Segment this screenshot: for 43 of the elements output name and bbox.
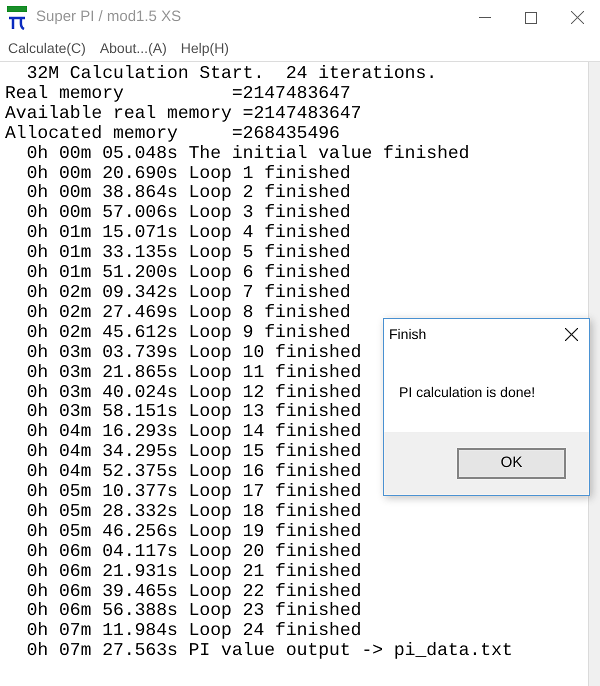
output-line: 0h 00m 20.690s Loop 1 finished [26,164,351,184]
menu-item[interactable]: About...(A) [100,38,167,58]
scrollbar[interactable] [588,62,600,686]
output-line: Allocated memory =268435496 [5,124,340,145]
output-line: 0h 02m 27.469s Loop 8 finished [26,304,351,324]
output-line: 0h 02m 45.612s Loop 9 finished [26,324,351,344]
output-line: 0h 05m 46.256s Loop 19 finished [26,522,362,543]
dialog-title: Finish [389,324,426,344]
output-line: 0h 07m 11.984s Loop 24 finished [26,622,362,642]
pi-logo-icon [6,4,28,30]
output-line: 0h 03m 40.024s Loop 12 finished [26,384,362,403]
minimize-icon [479,16,491,18]
output-line: 0h 05m 28.332s Loop 18 finished [26,502,362,523]
output-line: 0h 07m 27.563s PI value output -> pi_data.txt [26,642,513,662]
close-icon [570,11,584,24]
output-line: 0h 06m 39.465s Loop 22 finished [26,582,362,602]
output-line: 0h 02m 09.342s Loop 7 finished [26,284,351,304]
output-line: 0h 00m 38.864s Loop 2 finished [26,184,351,204]
menu-item[interactable]: Calculate(C) [8,38,86,58]
output-line: Available real memory =2147483647 [5,104,362,125]
window-title: Super PI / mod1.5 XS [36,7,182,28]
output-line: 0h 01m 51.200s Loop 6 finished [26,264,351,284]
output-line: 0h 04m 52.375s Loop 16 finished [26,463,362,483]
output-line: 0h 03m 03.739s Loop 10 finished [26,344,362,364]
output-line: 0h 01m 15.071s Loop 4 finished [26,224,351,244]
output-line: 32M Calculation Start. 24 iterations. [26,65,438,85]
output-line: 0h 04m 34.295s Loop 15 finished [26,443,362,463]
ok-button[interactable]: OK [457,448,566,479]
dialog-message: PI calculation is done! [399,384,536,400]
output-line: 0h 03m 58.151s Loop 13 finished [26,403,362,423]
output-line: 0h 05m 10.377s Loop 17 finished [26,483,362,503]
output-line: 0h 01m 33.135s Loop 5 finished [26,244,351,264]
output-line: 0h 06m 21.931s Loop 21 finished [26,562,362,583]
output-line: 0h 03m 21.865s Loop 11 finished [26,364,362,384]
output-line: 0h 00m 05.048s The initial value finished [26,144,470,165]
output-line: 0h 00m 57.006s Loop 3 finished [26,204,351,224]
output-line: 0h 06m 56.388s Loop 23 finished [26,602,362,622]
output-line: 0h 04m 16.293s Loop 14 finished [26,423,362,443]
menu-item[interactable]: Help(H) [180,38,229,58]
output-line: 0h 06m 04.117s Loop 20 finished [26,542,362,563]
maximize-icon [525,12,537,24]
close-icon [564,328,578,340]
output-line: Real memory =2147483647 [5,84,351,105]
